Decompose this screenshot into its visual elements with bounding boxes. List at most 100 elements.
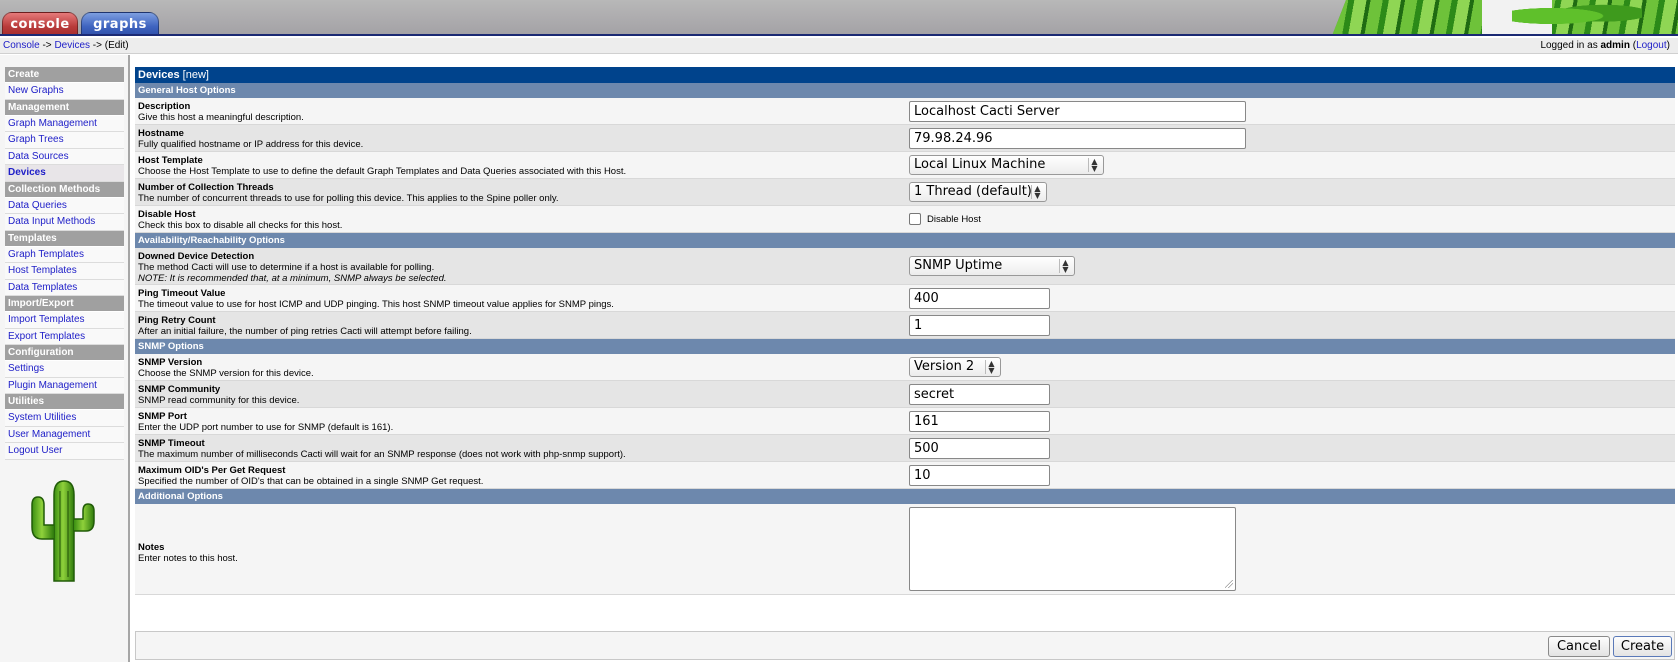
sidebar-item-data-sources[interactable]: Data Sources: [5, 148, 124, 165]
login-user: admin: [1600, 40, 1630, 51]
sidebar-item-settings[interactable]: Settings: [5, 361, 124, 378]
sidebar-item-data-templates[interactable]: Data Templates: [5, 279, 124, 296]
note-downed-detection: NOTE: It is recommended that, at a minim…: [138, 273, 447, 284]
label-notes: Notes: [138, 542, 165, 553]
label-snmp-version: SNMP Version: [138, 357, 203, 368]
ping-timeout-input[interactable]: 400: [909, 288, 1050, 309]
label-disable-host: Disable Host: [138, 209, 196, 220]
sidebar-item-system-utilities[interactable]: System Utilities: [5, 410, 124, 427]
sidebar-item-import-templates[interactable]: Import Templates: [5, 312, 124, 329]
sidebar-item-export-templates[interactable]: Export Templates: [5, 328, 124, 345]
row-snmp-community: SNMP Community SNMP read community for th…: [135, 381, 1675, 408]
section-additional: Additional Options: [135, 489, 1675, 504]
logout-link[interactable]: Logout: [1636, 40, 1667, 51]
sidebar-item-data-input-methods[interactable]: Data Input Methods: [5, 214, 124, 231]
sidebar-item-graph-management[interactable]: Graph Management: [5, 115, 124, 132]
help-snmp-community: SNMP read community for this device.: [138, 395, 300, 406]
label-hostname: Hostname: [138, 128, 184, 139]
help-snmp-version: Choose the SNMP version for this device.: [138, 368, 314, 379]
login-prefix: Logged in as: [1540, 40, 1601, 51]
sidebar-item-new-graphs[interactable]: New Graphs: [5, 83, 124, 100]
breadcrumb-current: (Edit): [104, 40, 129, 51]
row-hostname: Hostname Fully qualified hostname or IP a…: [135, 125, 1675, 152]
host-template-select[interactable]: Local Linux Machine ▲ ▼: [909, 155, 1104, 175]
breadcrumb-devices-link[interactable]: Devices: [54, 40, 90, 51]
snmp-version-select[interactable]: Version 2 ▲ ▼: [909, 357, 1001, 377]
help-hostname: Fully qualified hostname or IP address f…: [138, 139, 364, 150]
row-max-oids: Maximum OID's Per Get Request Specified t…: [135, 462, 1675, 489]
login-status: Logged in as admin (Logout): [1540, 40, 1670, 51]
label-snmp-timeout: SNMP Timeout: [138, 438, 205, 449]
label-ping-timeout: Ping Timeout Value: [138, 288, 226, 299]
help-max-oids: Specified the number of OID's that can b…: [138, 476, 484, 487]
snmp-community-input[interactable]: secret: [909, 384, 1050, 405]
row-host-template: Host Template Choose the Host Template to…: [135, 152, 1675, 179]
snmp-timeout-input[interactable]: 500: [909, 438, 1050, 459]
snmp-version-value: Version 2: [914, 359, 975, 374]
top-header: console graphs: [0, 0, 1678, 36]
sidebar-item-user-management[interactable]: User Management: [5, 426, 124, 443]
row-description: Description Give this host a meaningful d…: [135, 98, 1675, 125]
threads-select[interactable]: 1 Thread (default) ▲ ▼: [909, 182, 1047, 202]
select-chevron-icon: ▲ ▼: [985, 360, 997, 375]
tab-graphs[interactable]: graphs: [81, 12, 159, 34]
sidebar-group-heading: Templates: [5, 230, 124, 247]
threads-value: 1 Thread (default): [914, 184, 1032, 199]
sidebar-item-graph-templates[interactable]: Graph Templates: [5, 246, 124, 263]
help-snmp-port: Enter the UDP port number to use for SNM…: [138, 422, 394, 433]
snmp-port-input[interactable]: 161: [909, 411, 1050, 432]
device-edit-form: Devices [new] General Host Options Descr…: [135, 67, 1675, 595]
help-ping-retry: After an initial failure, the number of …: [138, 326, 472, 337]
notes-textarea[interactable]: [909, 507, 1236, 591]
sidebar-item-host-templates[interactable]: Host Templates: [5, 263, 124, 280]
breadcrumb-separator: ->: [39, 40, 55, 51]
help-ping-timeout: The timeout value to use for host ICMP a…: [138, 299, 614, 310]
disable-host-checkbox-label[interactable]: Disable Host: [927, 214, 981, 225]
row-disable-host: Disable Host Check this box to disable al…: [135, 206, 1675, 233]
label-host-template: Host Template: [138, 155, 203, 166]
row-threads: Number of Collection Threads The number o…: [135, 179, 1675, 206]
form-title-suffix: [new]: [182, 69, 209, 81]
create-button[interactable]: Create: [1613, 636, 1672, 657]
cactus-banner-image: [1332, 0, 1678, 34]
disable-host-checkbox[interactable]: [909, 213, 921, 226]
downed-detection-select[interactable]: SNMP Uptime ▲ ▼: [909, 256, 1075, 276]
label-max-oids: Maximum OID's Per Get Request: [138, 465, 286, 476]
sidebar-group-heading: Utilities: [5, 394, 124, 410]
row-ping-retry: Ping Retry Count After an initial failure…: [135, 312, 1675, 339]
form-title: Devices [new]: [135, 67, 1675, 83]
select-chevron-icon: ▲ ▼: [1088, 158, 1100, 173]
description-input[interactable]: Localhost Cacti Server: [909, 101, 1246, 122]
help-snmp-timeout: The maximum number of milliseconds Cacti…: [138, 449, 626, 460]
row-downed-detection: Downed Device Detection The method Cacti …: [135, 248, 1675, 285]
cactus-logo-icon: [31, 480, 95, 582]
help-threads: The number of concurrent threads to use …: [138, 193, 559, 204]
row-notes: Notes Enter notes to this host.: [135, 504, 1675, 595]
sidebar-item-devices[interactable]: Devices: [5, 165, 124, 182]
downed-detection-value: SNMP Uptime: [914, 258, 1003, 273]
sidebar-item-data-queries[interactable]: Data Queries: [5, 197, 124, 214]
hostname-input[interactable]: 79.98.24.96: [909, 128, 1246, 149]
ping-retry-input[interactable]: 1: [909, 315, 1050, 336]
help-downed-detection: The method Cacti will use to determine i…: [138, 262, 435, 273]
sidebar-item-logout-user[interactable]: Logout User: [5, 443, 124, 460]
sidebar-group-heading: Create: [5, 67, 124, 83]
resize-grip-icon[interactable]: [1225, 580, 1233, 588]
form-title-text: Devices: [138, 69, 180, 81]
help-disable-host: Check this box to disable all checks for…: [138, 220, 343, 231]
sidebar-group-heading: Configuration: [5, 345, 124, 361]
max-oids-input[interactable]: 10: [909, 465, 1050, 486]
sidebar-group-heading: Collection Methods: [5, 181, 124, 198]
sidebar-group-heading: Import/Export: [5, 296, 124, 312]
save-bar: Cancel Create: [135, 631, 1675, 660]
sidebar-item-graph-trees[interactable]: Graph Trees: [5, 132, 124, 149]
cancel-button[interactable]: Cancel: [1548, 636, 1610, 657]
select-chevron-icon: ▲ ▼: [1031, 185, 1043, 200]
label-downed-detection: Downed Device Detection: [138, 251, 255, 262]
host-template-value: Local Linux Machine: [914, 157, 1046, 172]
section-availability: Availability/Reachability Options: [135, 233, 1675, 248]
tab-console[interactable]: console: [2, 12, 78, 34]
breadcrumb-console-link[interactable]: Console: [3, 40, 40, 51]
label-description: Description: [138, 101, 191, 112]
sidebar-item-plugin-management[interactable]: Plugin Management: [5, 377, 124, 394]
